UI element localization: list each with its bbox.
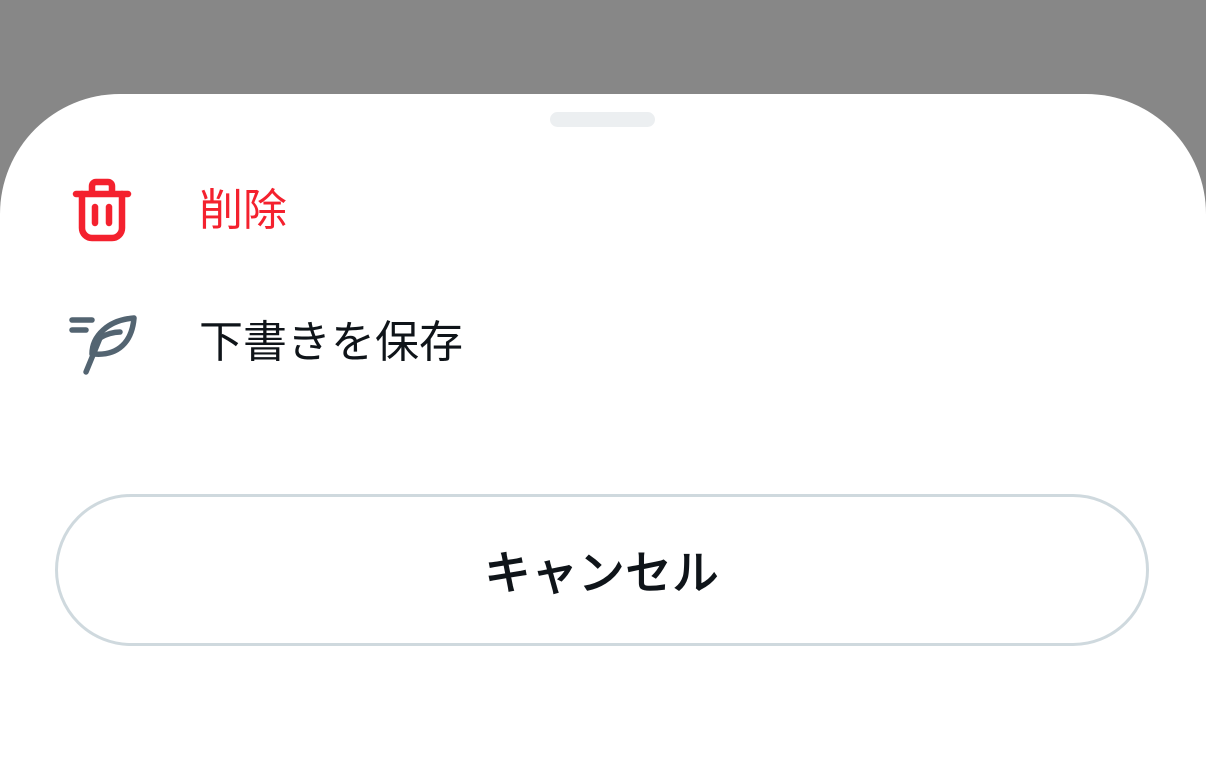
menu-item-delete-label: 削除	[199, 185, 287, 236]
action-sheet: 削除 下書きを保存 キャンセル	[0, 94, 1206, 775]
cancel-button[interactable]: キャンセル	[55, 494, 1149, 646]
cancel-button-label: キャンセル	[484, 546, 720, 600]
menu-item-save-draft-label: 下書きを保存	[199, 317, 463, 368]
trash-icon	[66, 176, 138, 248]
menu-item-delete[interactable]: 削除	[0, 156, 1206, 266]
draft-feather-icon	[66, 308, 138, 380]
menu-item-save-draft[interactable]: 下書きを保存	[0, 288, 1206, 398]
sheet-drag-handle[interactable]	[550, 112, 655, 127]
